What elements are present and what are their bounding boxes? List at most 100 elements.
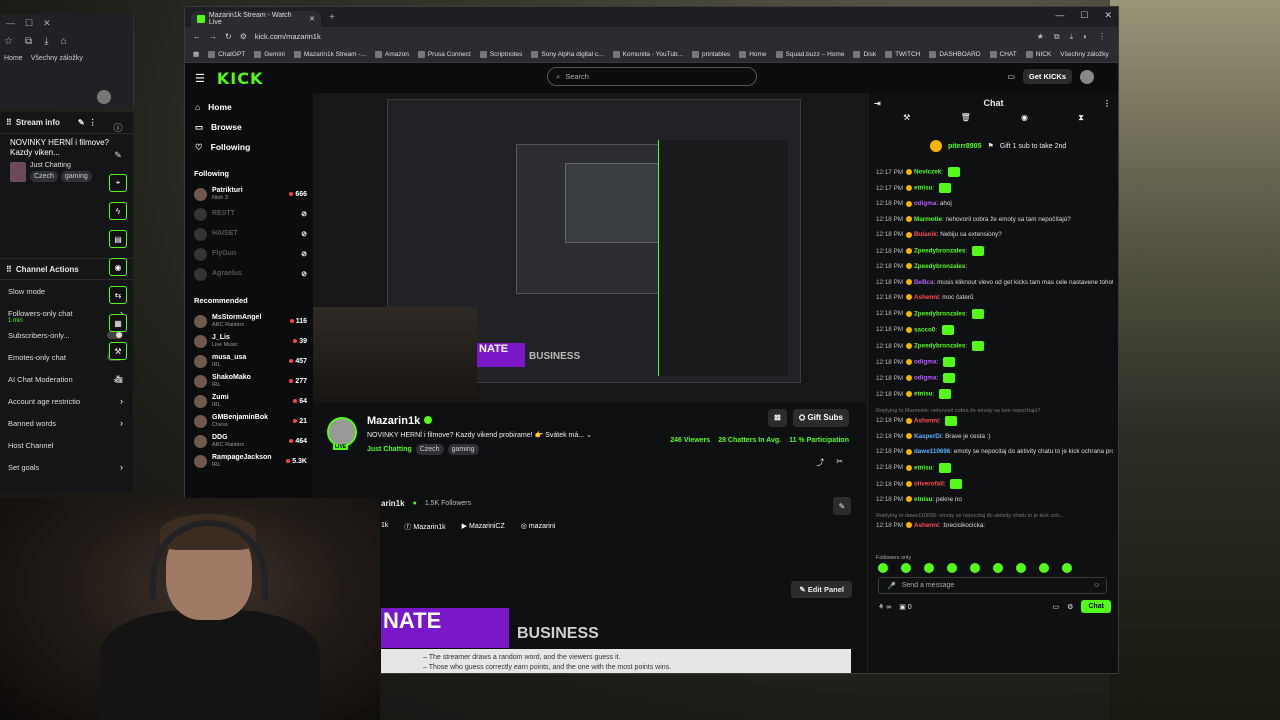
nav-following[interactable]: ♡ Following: [185, 137, 313, 157]
message-username[interactable]: etnisu: [914, 391, 933, 398]
pinned-user[interactable]: piterr8905: [948, 143, 981, 150]
stream-category[interactable]: Just Chatting: [367, 446, 412, 453]
channel-item[interactable]: RampageJackson IRL 5.3K: [185, 451, 313, 471]
streamer-avatar[interactable]: [327, 417, 357, 447]
trash-icon[interactable]: 🗑: [961, 113, 971, 131]
channel-item[interactable]: GMBenjaminBok Chess 21: [185, 411, 313, 431]
emote-icon[interactable]: [878, 563, 888, 573]
channel-item[interactable]: Agraelus ⊘: [185, 264, 313, 284]
hourglass-icon[interactable]: ⧗: [1078, 113, 1084, 131]
message-username[interactable]: sacco0: [914, 326, 935, 333]
emoji-icon[interactable]: ☺: [1093, 582, 1100, 589]
arrows-icon[interactable]: ⇆: [109, 286, 127, 304]
emote-icon[interactable]: [924, 563, 934, 573]
bookmark-item[interactable]: Mazarin1k Stream -...: [293, 50, 366, 58]
channel-item[interactable]: DDG ARC Raiders 464: [185, 431, 313, 451]
bookmark-item[interactable]: Scriptnotes: [479, 50, 522, 58]
message-username[interactable]: etnisu: [914, 185, 933, 192]
bookmark-item[interactable]: Komunita - YouTub...: [612, 50, 683, 58]
left-bookmarks-all[interactable]: Všechny záložky: [31, 55, 83, 62]
chat-bubble-icon[interactable]: ▭: [1053, 603, 1060, 611]
new-tab-icon[interactable]: +: [329, 12, 335, 23]
tab-kick[interactable]: Mazarin1k Stream - Watch Live ✕: [191, 11, 321, 27]
send-chat-button[interactable]: Chat: [1081, 600, 1111, 613]
studio-icon[interactable]: ▭: [1007, 72, 1015, 81]
video-player[interactable]: NATE BUSINESS: [313, 93, 866, 403]
nav-browse[interactable]: ▭ Browse: [185, 117, 313, 137]
edit-icon[interactable]: ✎: [78, 118, 85, 127]
pen-icon[interactable]: ✎: [109, 146, 127, 164]
left-bookmark-home[interactable]: Home: [4, 55, 23, 62]
get-kicks-button[interactable]: Get KICKs: [1022, 69, 1072, 84]
channel-item[interactable]: Patrikturi Nioh 3 666: [185, 184, 313, 204]
message-username[interactable]: Novlczek: [914, 169, 941, 176]
url-field[interactable]: kick.com/mazarin1k: [255, 32, 321, 41]
message-username[interactable]: odigma: [914, 200, 936, 207]
chat-input[interactable]: 🎤 Send a message ☺: [878, 577, 1107, 594]
chevron-down-icon[interactable]: ⌄: [586, 432, 592, 439]
kick-logo[interactable]: KICK: [217, 69, 264, 88]
channel-item[interactable]: RESTT ⊘: [185, 204, 313, 224]
bookmark-item[interactable]: Sony Alpha digital c...: [531, 50, 604, 58]
bookmark-item[interactable]: Prusa Connect: [417, 50, 471, 58]
hammer-icon[interactable]: ⚒: [903, 113, 910, 131]
download-icon[interactable]: ⤓: [44, 36, 48, 47]
message-username[interactable]: etnisu: [914, 464, 933, 471]
channel-item[interactable]: Zumi IRL 64: [185, 391, 313, 411]
message-username[interactable]: BeBca: [914, 279, 934, 286]
back-icon[interactable]: ←: [193, 32, 201, 41]
chat-bubble-icon[interactable]: ◉: [109, 258, 127, 276]
mic-icon[interactable]: 🎤: [887, 582, 896, 590]
bookmark-item[interactable]: NICK: [1025, 50, 1051, 58]
bookmark-item[interactable]: Gemini: [254, 50, 285, 58]
channel-item[interactable]: musa_usa IRL 457: [185, 351, 313, 371]
info-icon[interactable]: ⓘ: [109, 118, 127, 136]
stream-tag[interactable]: gaming: [447, 444, 479, 455]
message-username[interactable]: odigma: [914, 375, 936, 382]
extension-icon[interactable]: ⧉: [1054, 32, 1060, 42]
user-avatar[interactable]: [1080, 69, 1094, 84]
message-username[interactable]: Zpeedybronzales: [914, 248, 965, 255]
close-icon[interactable]: ✕: [1104, 10, 1112, 21]
profile-icon[interactable]: ◐: [1083, 32, 1088, 42]
site-info-icon[interactable]: ⚙: [240, 32, 247, 41]
gift-subs-button[interactable]: ⛭ Gift Subs: [792, 409, 849, 427]
gift-icon-button[interactable]: ⊠: [768, 409, 787, 427]
bookmark-item[interactable]: Amazon: [374, 50, 409, 58]
edit-panel-button[interactable]: ✎ Edit Panel: [791, 581, 852, 598]
emote-icon[interactable]: [1016, 563, 1026, 573]
extension-icon[interactable]: ⧉: [25, 36, 32, 47]
nav-home[interactable]: ⌂ Home: [185, 97, 313, 117]
collapse-chat-icon[interactable]: ⇥: [874, 99, 881, 108]
edit-about-button[interactable]: ✎: [833, 497, 851, 515]
forward-icon[interactable]: →: [209, 32, 217, 41]
emote-icon[interactable]: [1062, 563, 1072, 573]
drag-icon[interactable]: ⠿: [6, 265, 12, 274]
nodes-icon[interactable]: ⁂: [109, 370, 127, 388]
bookmark-item[interactable]: CHAT: [989, 50, 1017, 58]
message-username[interactable]: Ashenni: [914, 417, 939, 424]
bookmark-item[interactable]: DASHBOARD: [929, 50, 981, 58]
search-input[interactable]: ⌕ Search: [547, 67, 757, 86]
message-username[interactable]: Marmotie: [914, 216, 942, 223]
wrench-icon[interactable]: ⚒: [109, 342, 127, 360]
social-link[interactable]: ◎ mazarini: [521, 522, 556, 532]
bookmark-item[interactable]: Home: [739, 50, 767, 58]
more-icon[interactable]: ⋮: [89, 118, 97, 127]
star-icon[interactable]: ★: [1037, 32, 1044, 42]
bookmark-item[interactable]: Disk: [853, 50, 876, 58]
share-icon[interactable]: ⤴: [816, 457, 824, 468]
document-icon[interactable]: ▤: [109, 230, 127, 248]
message-username[interactable]: Zpeedybronzales: [914, 343, 965, 350]
hamburger-icon[interactable]: ☰: [195, 72, 205, 85]
message-username[interactable]: Bulanik: [914, 231, 937, 238]
drag-icon[interactable]: ⠿: [6, 118, 12, 127]
channel-item[interactable]: HAISET ⊘: [185, 224, 313, 244]
emote-icon[interactable]: [970, 563, 980, 573]
bookmark-item[interactable]: Squad.buzz – Home: [775, 50, 844, 58]
channel-item[interactable]: MsStormAngel ARC Raiders 116: [185, 311, 313, 331]
message-username[interactable]: oliverofall: [914, 481, 944, 488]
channel-item[interactable]: FlyGun ⊘: [185, 244, 313, 264]
bookmark-item[interactable]: ChatGPT: [208, 50, 245, 58]
comment-icon[interactable]: ◉: [1021, 113, 1028, 131]
